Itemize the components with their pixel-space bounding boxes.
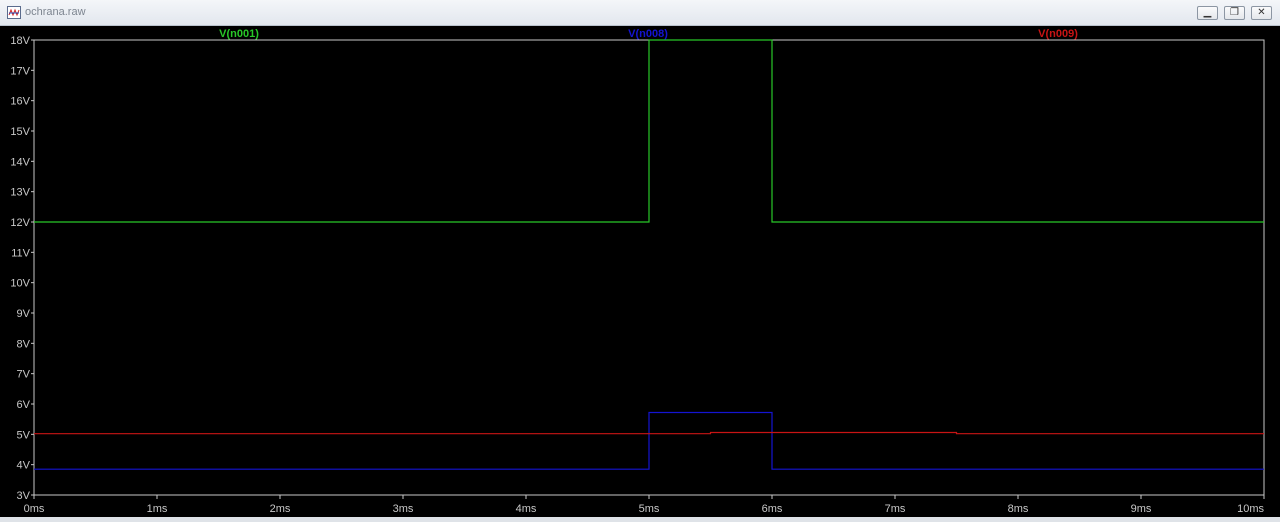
x-tick-label: 2ms <box>270 503 291 515</box>
y-tick-label: 16V <box>10 96 30 108</box>
waveform-icon <box>7 6 21 19</box>
y-tick-label: 9V <box>17 308 31 320</box>
series-line-vn008 <box>34 411 1264 470</box>
x-tick-label: 1ms <box>147 503 168 515</box>
restore-icon: ❐ <box>1230 7 1239 18</box>
series-line-vn001 <box>34 39 1264 223</box>
x-tick-label: 7ms <box>885 503 906 515</box>
minimize-button[interactable]: ▁ <box>1197 6 1218 20</box>
x-tick-label: 0ms <box>24 503 45 515</box>
x-tick-label: 3ms <box>393 503 414 515</box>
plot-area[interactable]: 3V 4V 5V 6V 7V 8V 9V 10V 11V 12V 13V 14V 15V 16V 17V 18… <box>0 26 1280 517</box>
restore-button[interactable]: ❐ <box>1224 6 1245 20</box>
y-tick-label: 6V <box>17 399 31 411</box>
x-tick-label: 5ms <box>639 503 660 515</box>
x-tick-label: 4ms <box>516 503 537 515</box>
y-tick-label: 17V <box>10 65 30 77</box>
y-tick-label: 5V <box>17 429 31 441</box>
window-titlebar: ochrana.raw ▁ ❐ ✕ <box>0 0 1280 26</box>
close-icon: ✕ <box>1257 7 1266 18</box>
x-tick-label: 8ms <box>1008 503 1029 515</box>
y-tick-label: 13V <box>10 187 30 199</box>
y-tick-label: 12V <box>10 217 30 229</box>
close-button[interactable]: ✕ <box>1251 6 1272 20</box>
y-tick-label: 18V <box>10 35 30 47</box>
y-tick-label: 11V <box>11 247 30 259</box>
y-tick-label: 10V <box>10 278 30 290</box>
window-title: ochrana.raw <box>25 6 86 18</box>
minimize-icon: ▁ <box>1203 7 1212 18</box>
y-tick-label: 15V <box>10 126 30 138</box>
y-tick-label: 14V <box>10 156 30 168</box>
y-tick-label: 7V <box>17 369 31 381</box>
x-tick-label: 9ms <box>1131 503 1152 515</box>
legend-entry-vn008: V(n008) <box>628 28 668 40</box>
y-tick-label: 4V <box>17 460 31 472</box>
y-tick-label: 3V <box>17 490 31 502</box>
y-tick-label: 8V <box>17 338 31 350</box>
waveform-chart[interactable]: 3V 4V 5V 6V 7V 8V 9V 10V 11V 12V 13V 14V 15V 16V 17V 18… <box>0 26 1280 517</box>
x-tick-label: 6ms <box>762 503 783 515</box>
legend-entry-vn009: V(n009) <box>1038 28 1078 40</box>
legend-entry-vn001: V(n001) <box>219 28 259 40</box>
x-tick-label: 10ms <box>1237 503 1264 515</box>
